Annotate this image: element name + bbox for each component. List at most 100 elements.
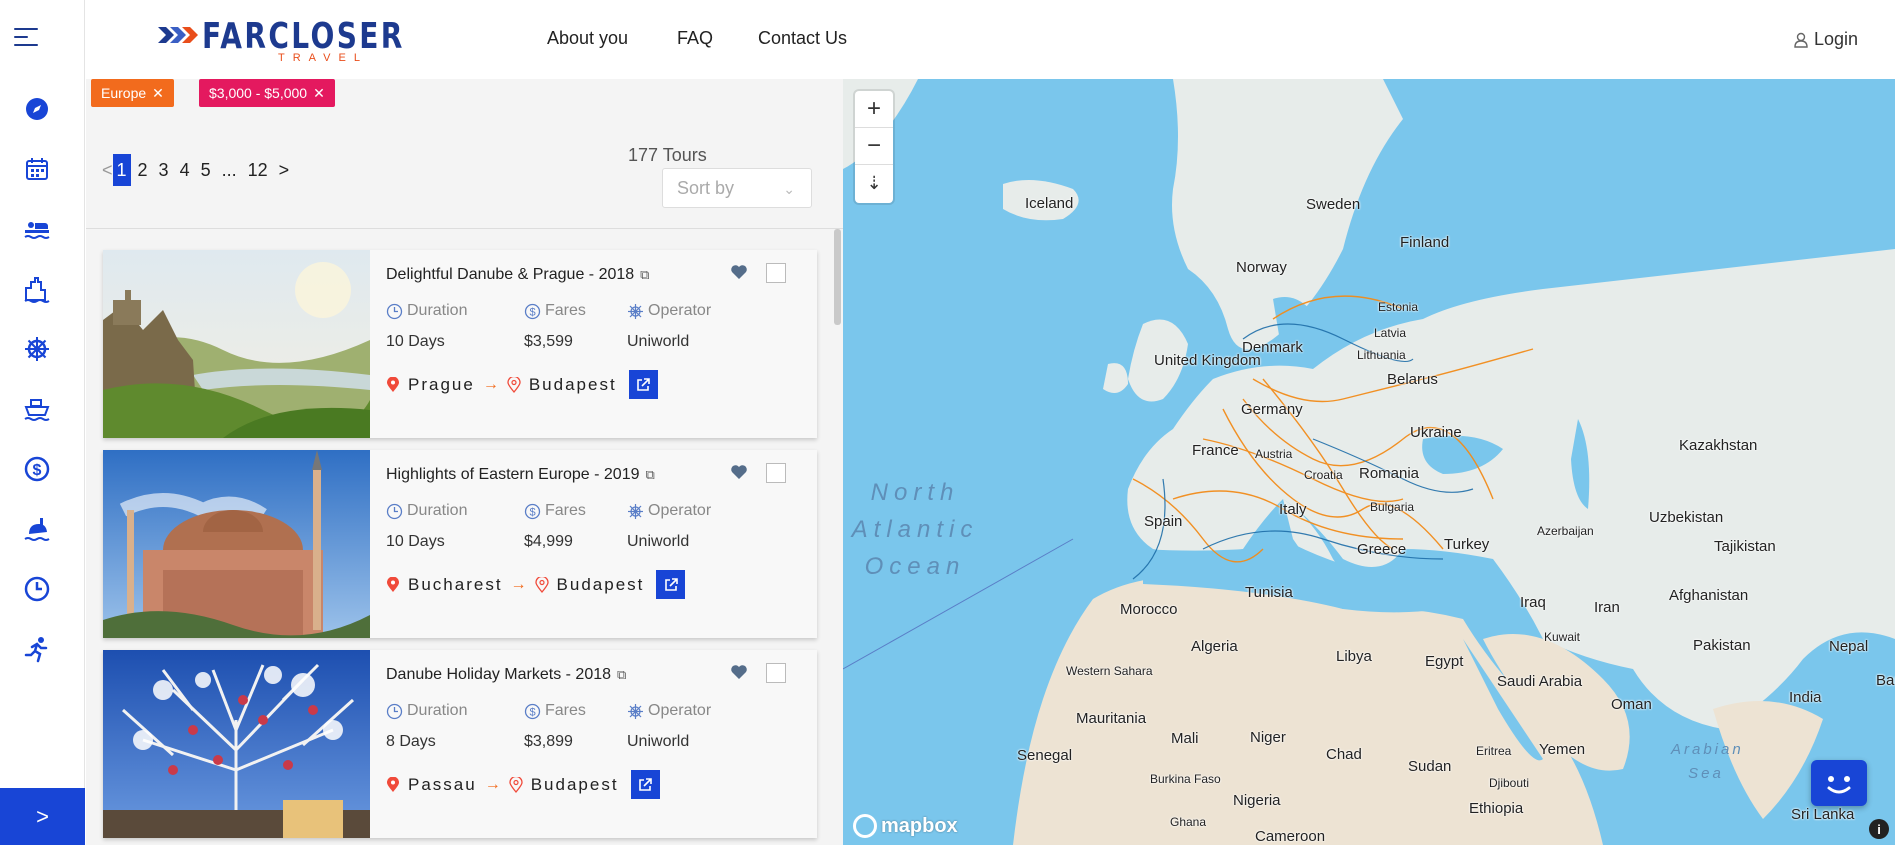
compare-checkbox[interactable] — [766, 263, 786, 283]
open-tour-button[interactable] — [656, 570, 686, 599]
map-label-india: India — [1789, 689, 1822, 706]
tour-photo-hagia-sophia[interactable] — [103, 450, 370, 638]
ship-wheel-icon[interactable] — [22, 334, 52, 364]
mapbox-logo[interactable]: mapbox — [853, 814, 958, 838]
dollar-icon: $ — [524, 303, 541, 319]
heart-icon[interactable] — [729, 262, 749, 282]
filter-chip-label: Europe — [101, 85, 147, 101]
attribution-info-button[interactable]: i — [1869, 819, 1889, 839]
nav-about-link[interactable]: About you — [547, 28, 628, 49]
open-tour-button[interactable] — [630, 770, 660, 799]
tour-photo-holiday-market[interactable] — [103, 650, 370, 838]
map-label-algeria: Algeria — [1191, 638, 1238, 655]
page-5-button[interactable]: 5 — [197, 154, 215, 186]
page-12-button[interactable]: 12 — [244, 154, 272, 186]
compass-icon[interactable] — [22, 94, 52, 124]
map-label-lithuania: Lithuania — [1357, 348, 1406, 362]
next-page-button[interactable]: > — [275, 154, 294, 186]
route-start: Prague — [408, 374, 475, 394]
tour-operator: Uniworld — [627, 533, 690, 550]
map-label-niger: Niger — [1250, 729, 1286, 746]
external-link-icon[interactable]: ⧉ — [640, 267, 649, 283]
clock-icon — [386, 503, 403, 519]
nav-contact-link[interactable]: Contact Us — [758, 28, 847, 49]
reset-bearing-button[interactable]: ⇣ — [855, 165, 893, 202]
map-label-turkey: Turkey — [1444, 536, 1490, 553]
compare-checkbox[interactable] — [766, 463, 786, 483]
page-1-button[interactable]: 1 — [112, 154, 131, 186]
chevron-down-icon: ⌄ — [783, 181, 795, 197]
clock-icon[interactable] — [22, 574, 52, 604]
map-zoom-controls: + − ⇣ — [855, 91, 893, 203]
tour-duration: 8 Days — [386, 733, 436, 750]
tour-photo-danube-castle[interactable] — [103, 250, 370, 438]
tour-card[interactable]: Delightful Danube & Prague - 2018 ⧉ Dura… — [103, 250, 817, 438]
map-label-italy: Italy — [1279, 501, 1307, 518]
city-icon[interactable] — [22, 274, 52, 304]
filter-chip-label: $3,000 - $5,000 — [209, 85, 308, 101]
page-ellipsis: ... — [221, 160, 237, 180]
login-button[interactable]: Login — [1794, 29, 1858, 50]
page-2-button[interactable]: 2 — [134, 154, 152, 186]
logo-wordmark: FARCLOSER — [202, 16, 405, 57]
runner-icon[interactable] — [22, 634, 52, 664]
map-label-arabian-sea: Arabian Sea — [1671, 741, 1744, 782]
hotel-bed-icon[interactable] — [22, 214, 52, 244]
cruise-ship-icon[interactable] — [22, 394, 52, 424]
calendar-icon[interactable] — [22, 154, 52, 184]
map-pin-icon — [387, 376, 399, 392]
tour-title-text[interactable]: Delightful Danube & Prague - 2018 — [386, 266, 634, 284]
operator-label: Operator — [627, 302, 711, 320]
open-tour-button[interactable] — [628, 370, 658, 399]
prev-page-button[interactable]: < — [98, 154, 113, 186]
tour-operator: Uniworld — [627, 733, 690, 750]
tour-title[interactable]: Delightful Danube & Prague - 2018 ⧉ — [386, 266, 649, 284]
zoom-out-button[interactable]: − — [855, 128, 893, 165]
expand-sidebar-button[interactable]: > — [0, 788, 85, 845]
tour-map[interactable]: Iceland Sweden Finland Norway Estonia La… — [843, 79, 1895, 845]
map-label-france: France — [1192, 442, 1239, 459]
dollar-icon[interactable]: $ — [22, 454, 52, 484]
page-3-button[interactable]: 3 — [155, 154, 173, 186]
map-label-nepal: Nepal — [1829, 638, 1869, 655]
map-label-western-sahara: Western Sahara — [1066, 664, 1153, 678]
compare-checkbox[interactable] — [766, 663, 786, 683]
remove-filter-icon[interactable]: ✕ — [152, 85, 164, 102]
hamburger-menu-icon[interactable] — [14, 28, 38, 48]
tour-title-text[interactable]: Highlights of Eastern Europe - 2019 — [386, 466, 639, 484]
fares-label: $ Fares — [524, 302, 586, 320]
map-label-eritrea: Eritrea — [1476, 744, 1512, 758]
heart-icon[interactable] — [729, 662, 749, 682]
tour-title-text[interactable]: Danube Holiday Markets - 2018 — [386, 666, 611, 684]
route-start: Bucharest — [408, 574, 503, 594]
map-label-iran: Iran — [1594, 599, 1620, 616]
sort-select[interactable]: Sort by ⌄ — [662, 168, 812, 208]
map-label-iceland: Iceland — [1025, 195, 1074, 212]
ship-wheel-icon — [628, 703, 643, 719]
page-4-button[interactable]: 4 — [176, 154, 194, 186]
tour-title[interactable]: Danube Holiday Markets - 2018 ⧉ — [386, 666, 626, 684]
map-label-bangladesh: Bangl — [1876, 672, 1895, 689]
chatbot-face-icon — [1827, 776, 1851, 794]
filter-chip-price: $3,000 - $5,000 ✕ — [199, 79, 335, 107]
tour-card[interactable]: Danube Holiday Markets - 2018 ⧉ Duration… — [103, 650, 817, 838]
zoom-in-button[interactable]: + — [855, 91, 893, 128]
snorkel-icon[interactable] — [22, 514, 52, 544]
farcloser-logo[interactable]: FARCLOSER TRAVEL — [158, 14, 402, 66]
remove-filter-icon[interactable]: ✕ — [313, 85, 325, 102]
tour-fare: $4,999 — [524, 533, 573, 550]
results-scrollbar[interactable] — [834, 229, 841, 325]
map-label-estonia: Estonia — [1378, 300, 1419, 314]
tour-operator: Uniworld — [627, 333, 690, 350]
map-pin-outline-icon — [509, 776, 523, 793]
tour-title[interactable]: Highlights of Eastern Europe - 2019 ⧉ — [386, 466, 655, 484]
ship-wheel-icon — [628, 303, 643, 319]
map-label-egypt: Egypt — [1425, 653, 1464, 670]
tour-card[interactable]: Highlights of Eastern Europe - 2019 ⧉ Du… — [103, 450, 817, 638]
heart-icon[interactable] — [729, 462, 749, 482]
sort-placeholder: Sort by — [677, 178, 735, 198]
nav-faq-link[interactable]: FAQ — [677, 28, 713, 49]
external-link-icon[interactable]: ⧉ — [617, 667, 626, 683]
chatbot-button[interactable] — [1811, 760, 1867, 806]
external-link-icon[interactable]: ⧉ — [645, 467, 654, 483]
